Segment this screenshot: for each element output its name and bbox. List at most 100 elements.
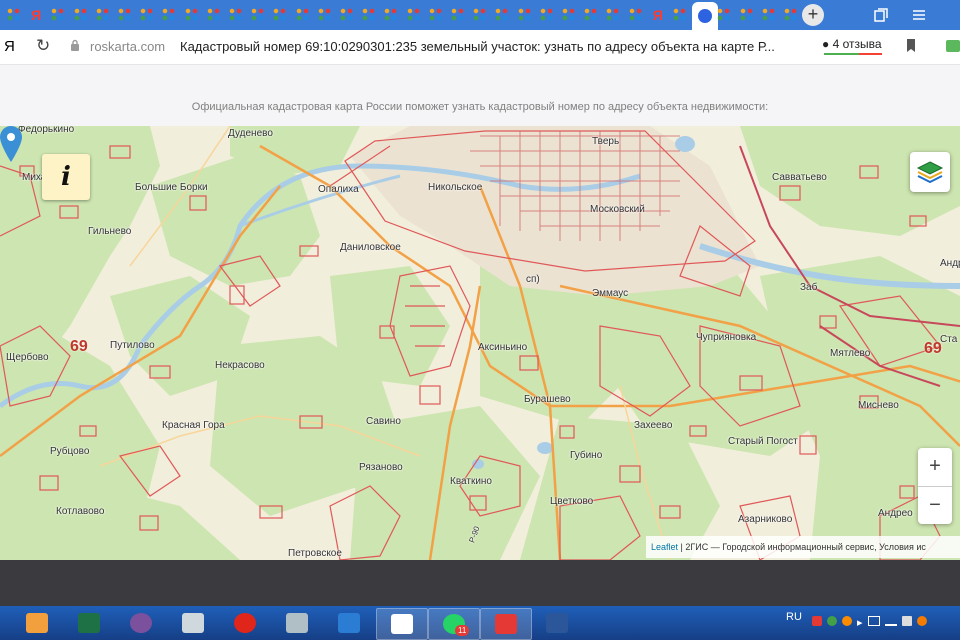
place-label: Савватьево xyxy=(772,172,827,183)
cadastral-map[interactable]: ФедорькиноДуденевоМихалёвоБольшие БоркиО… xyxy=(0,126,960,560)
yandex-brand[interactable]: Я xyxy=(4,38,15,55)
check-favicon-icon xyxy=(698,9,713,23)
browser-tab[interactable] xyxy=(492,4,512,26)
browser-tab[interactable] xyxy=(515,4,535,26)
browser-tab[interactable] xyxy=(448,4,468,26)
browser-tab[interactable] xyxy=(581,4,601,26)
language-indicator[interactable]: RU xyxy=(786,600,802,634)
browser-tab[interactable] xyxy=(559,4,579,26)
browser-tab[interactable] xyxy=(48,4,68,26)
browser-tab[interactable] xyxy=(270,4,290,26)
roskarta-favicon-icon xyxy=(628,8,643,22)
browser-tab[interactable] xyxy=(603,4,623,26)
browser-tab[interactable] xyxy=(381,4,401,26)
url-domain[interactable]: roskarta.com xyxy=(90,39,165,54)
browser-tab[interactable] xyxy=(293,4,313,26)
reviews-rating-bar xyxy=(824,53,882,55)
yandex-icon xyxy=(495,614,517,634)
browser-tab[interactable] xyxy=(759,4,779,26)
browser-tab[interactable] xyxy=(714,4,734,26)
roskarta-favicon-icon xyxy=(584,8,599,22)
taskbar-app[interactable] xyxy=(168,608,218,638)
signal-icon[interactable] xyxy=(884,616,897,626)
browser-tab[interactable] xyxy=(781,4,801,26)
taskbar-app[interactable] xyxy=(116,608,166,638)
browser-tab[interactable] xyxy=(470,4,490,26)
taskbar-app[interactable] xyxy=(64,608,114,638)
place-label: Савино xyxy=(366,416,401,427)
browser-tab[interactable]: Я xyxy=(26,4,46,26)
reviews-label: 4 отзыва xyxy=(832,37,882,51)
layers-button[interactable] xyxy=(910,152,950,192)
zoom-out-button[interactable]: − xyxy=(918,487,952,525)
browser-tab[interactable] xyxy=(248,4,268,26)
browser-tab[interactable]: Я xyxy=(648,4,668,26)
extension-icon[interactable] xyxy=(946,40,960,52)
taskbar-app[interactable] xyxy=(12,608,62,638)
antivirus-icon[interactable] xyxy=(916,616,927,626)
address-bar: Я ↻ roskarta.com Кадастровый номер 69:10… xyxy=(0,30,960,65)
browser-tab[interactable] xyxy=(626,4,646,26)
tray-app-icon[interactable] xyxy=(827,616,837,626)
browser-tab[interactable] xyxy=(426,4,446,26)
location-marker-icon[interactable] xyxy=(0,126,22,162)
browser-tab[interactable] xyxy=(670,4,690,26)
tray-update-icon[interactable] xyxy=(842,616,852,626)
place-label: Миснево xyxy=(858,400,899,411)
place-label: Котлавово xyxy=(56,506,105,517)
menu-icon[interactable] xyxy=(912,0,926,30)
place-label: Красная Гора xyxy=(162,420,225,431)
battery-icon[interactable] xyxy=(867,616,880,626)
new-tab-button[interactable]: + xyxy=(802,4,824,26)
taskbar-app[interactable] xyxy=(532,608,582,638)
zoom-in-button[interactable]: + xyxy=(918,448,952,487)
tabs-icon[interactable] xyxy=(874,0,888,30)
browser-tab[interactable] xyxy=(737,4,757,26)
roskarta-favicon-icon xyxy=(295,8,310,22)
browser-tab[interactable] xyxy=(4,4,24,26)
browser-tab[interactable] xyxy=(359,4,379,26)
browser-tab[interactable] xyxy=(204,4,224,26)
place-label: Некрасово xyxy=(215,360,265,371)
browser-tab[interactable] xyxy=(337,4,357,26)
roskarta-favicon-icon xyxy=(184,8,199,22)
place-label: Тверь xyxy=(592,136,620,147)
taskbar-app[interactable] xyxy=(376,608,428,640)
roskarta-favicon-icon xyxy=(140,8,155,22)
place-label: Чуприяновка xyxy=(696,332,757,343)
browser-tab[interactable] xyxy=(159,4,179,26)
browser-tab[interactable] xyxy=(315,4,335,26)
taskbar-app[interactable] xyxy=(324,608,374,638)
browser-tab[interactable] xyxy=(182,4,202,26)
browser-tab[interactable] xyxy=(93,4,113,26)
reload-icon[interactable]: ↻ xyxy=(36,36,50,56)
network-icon[interactable] xyxy=(901,616,912,626)
bookmark-icon[interactable] xyxy=(906,39,916,52)
browser-tab[interactable] xyxy=(226,4,246,26)
place-label: Рубцово xyxy=(50,446,90,457)
browser-tab[interactable] xyxy=(71,4,91,26)
place-label: Щербово xyxy=(6,352,49,363)
browser-tab[interactable] xyxy=(537,4,557,26)
taskbar-app[interactable]: 11 xyxy=(428,608,480,640)
taskbar-app[interactable] xyxy=(220,608,270,638)
roskarta-favicon-icon xyxy=(317,8,332,22)
lock-icon[interactable] xyxy=(70,39,80,51)
place-label: Андрео xyxy=(878,508,913,519)
taskbar-app[interactable] xyxy=(480,608,532,640)
tray-icons[interactable]: ▸ xyxy=(812,606,927,640)
tray-shield-icon[interactable] xyxy=(812,616,822,626)
page-title[interactable]: Кадастровый номер 69:10:0290301:235 земе… xyxy=(180,39,775,54)
taskbar-app[interactable] xyxy=(272,608,322,638)
leaflet-link[interactable]: Leaflet xyxy=(651,542,678,552)
speaker-icon[interactable]: ▸ xyxy=(857,617,863,629)
reviews-button[interactable]: ● 4 отзыва xyxy=(822,37,882,55)
roskarta-favicon-icon xyxy=(517,8,532,22)
browser-tab[interactable] xyxy=(137,4,157,26)
viber-icon xyxy=(130,613,152,633)
browser-tab[interactable] xyxy=(404,4,424,26)
place-label: Гильнево xyxy=(88,226,132,237)
roskarta-favicon-icon xyxy=(473,8,488,22)
browser-tab[interactable] xyxy=(115,4,135,26)
info-button[interactable]: i xyxy=(42,154,90,200)
